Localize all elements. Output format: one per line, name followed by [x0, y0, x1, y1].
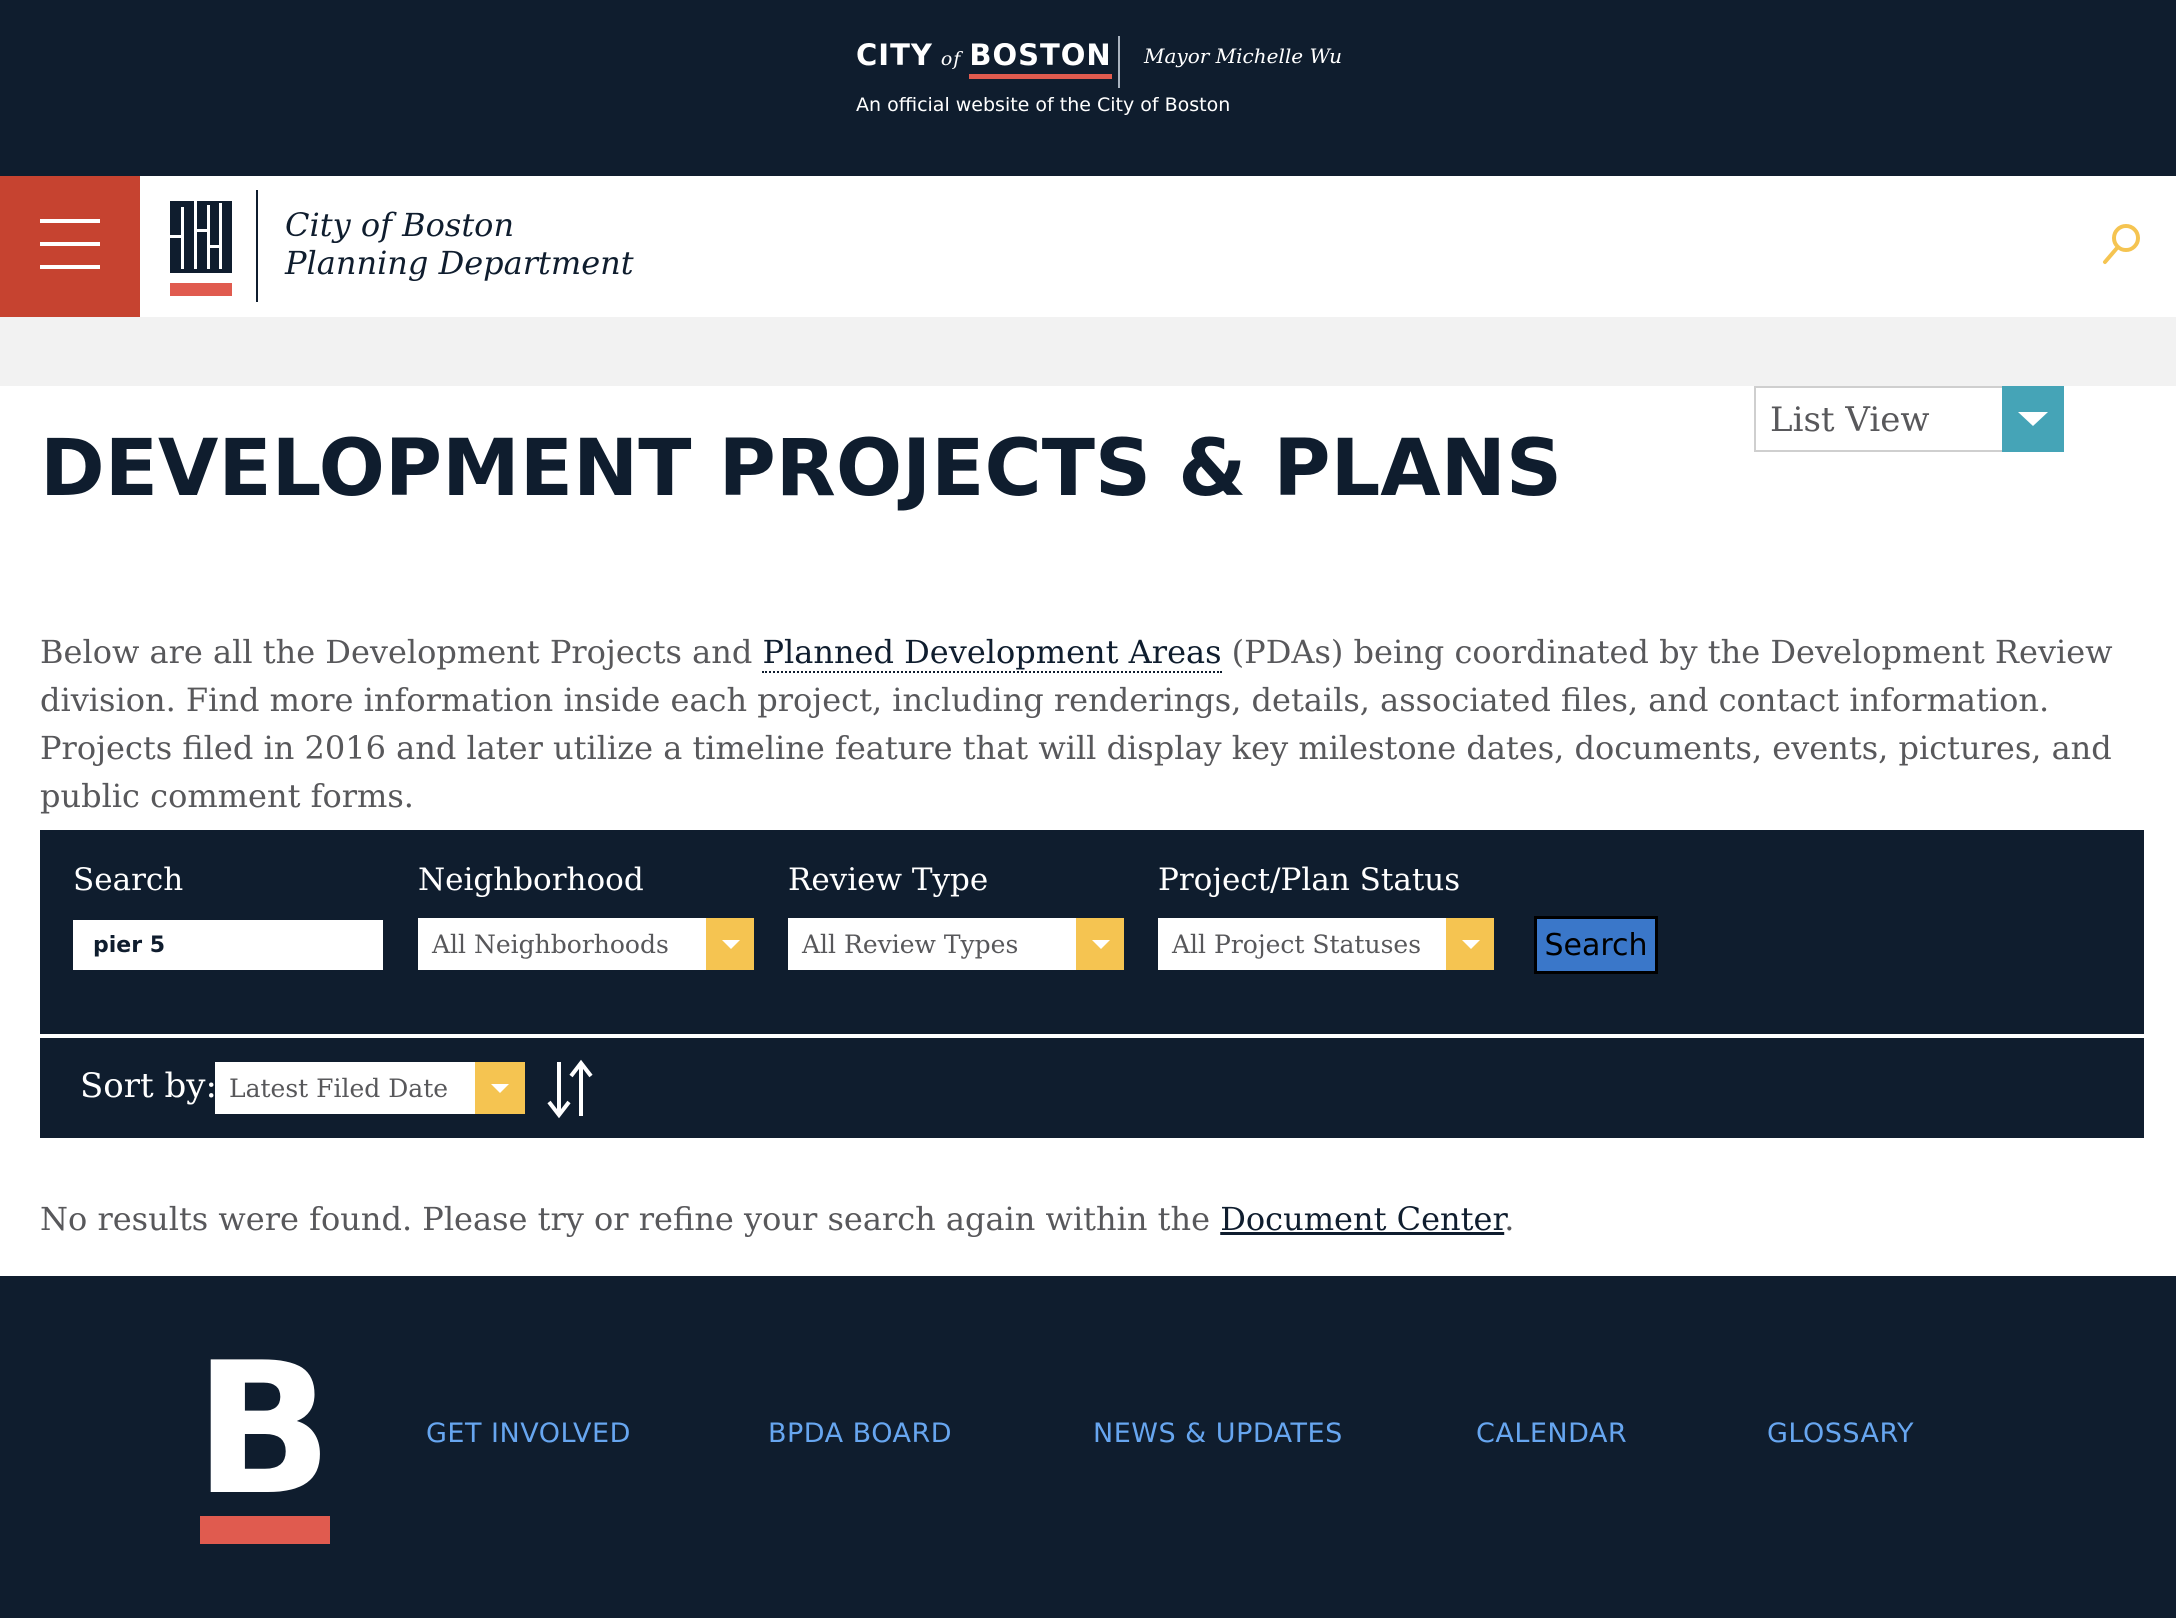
site-header: City of Boston Planning Department — [0, 176, 2176, 317]
bpda-logo-letter: B — [198, 1346, 332, 1535]
review-type-label: Review Type — [788, 862, 989, 898]
sort-select[interactable]: Latest Filed Date — [215, 1062, 525, 1114]
logo-city-text: CITY — [856, 38, 933, 72]
header-spacer — [0, 317, 2176, 386]
sort-label: Sort by: — [80, 1066, 217, 1106]
review-type-value: All Review Types — [802, 930, 1019, 959]
mayor-name: Mayor Michelle Wu — [1144, 44, 1343, 68]
sort-value: Latest Filed Date — [229, 1074, 449, 1103]
page-title: DEVELOPMENT PROJECTS & PLANS — [40, 424, 1563, 514]
department-name[interactable]: City of Boston Planning Department — [285, 206, 634, 282]
status-select[interactable]: All Project Statuses — [1158, 918, 1494, 970]
planned-development-areas-link[interactable]: Planned Development Areas — [762, 633, 1222, 673]
status-value: All Project Statuses — [1172, 930, 1422, 959]
intro-text: Below are all the Development Projects a… — [40, 633, 763, 671]
site-footer: B GET INVOLVED BPDA BOARD NEWS & UPDATES… — [0, 1276, 2176, 1618]
hamburger-menu-icon — [40, 242, 100, 246]
department-name-line1: City of Boston — [285, 206, 515, 244]
chevron-down-icon — [475, 1062, 525, 1114]
chevron-down-icon — [1076, 918, 1124, 970]
search-input[interactable] — [73, 920, 383, 970]
footer-link-news-updates[interactable]: NEWS & UPDATES — [1093, 1418, 1343, 1449]
official-site-notice: An official website of the City of Bosto… — [856, 94, 1231, 116]
search-icon[interactable] — [2100, 220, 2144, 268]
bpda-logo[interactable]: B — [198, 1346, 332, 1546]
neighborhood-label: Neighborhood — [418, 862, 644, 898]
neighborhood-select[interactable]: All Neighborhoods — [418, 918, 754, 970]
official-banner: CITY of BOSTON Mayor Michelle Wu An offici… — [0, 0, 2176, 176]
logo-of-text: of — [940, 48, 962, 70]
no-results-message: No results were found. Please try or ref… — [40, 1200, 1514, 1238]
review-type-select[interactable]: All Review Types — [788, 918, 1124, 970]
neighborhood-value: All Neighborhoods — [432, 930, 669, 959]
chevron-down-icon — [706, 918, 754, 970]
footer-link-glossary[interactable]: GLOSSARY — [1767, 1418, 1914, 1449]
hamburger-menu-icon — [40, 219, 100, 223]
footer-link-calendar[interactable]: CALENDAR — [1476, 1418, 1627, 1449]
department-name-line2: Planning Department — [285, 244, 634, 282]
sort-direction-icon[interactable] — [543, 1058, 597, 1120]
footer-link-get-involved[interactable]: GET INVOLVED — [426, 1418, 631, 1449]
filter-panel: Search Neighborhood All Neighborhoods Re… — [40, 830, 2144, 1034]
planning-department-logo-icon[interactable] — [170, 201, 232, 296]
view-mode-select[interactable]: List View — [1754, 386, 2064, 452]
status-label: Project/Plan Status — [1158, 862, 1461, 898]
intro-paragraph: Below are all the Development Projects a… — [40, 628, 2150, 820]
banner-divider — [1118, 36, 1120, 88]
no-results-text: No results were found. Please try or ref… — [40, 1200, 1221, 1238]
sort-bar: Sort by: Latest Filed Date — [40, 1038, 2144, 1138]
menu-button[interactable] — [0, 176, 140, 317]
hamburger-menu-icon — [40, 265, 100, 269]
search-button[interactable]: Search — [1534, 916, 1658, 974]
chevron-down-icon — [2002, 386, 2064, 452]
logo-boston-text: BOSTON — [969, 38, 1112, 79]
search-label: Search — [73, 862, 184, 898]
no-results-period: . — [1504, 1200, 1515, 1238]
chevron-down-icon — [1446, 918, 1494, 970]
city-of-boston-logo[interactable]: CITY of BOSTON — [856, 38, 1112, 79]
footer-link-bpda-board[interactable]: BPDA BOARD — [768, 1418, 952, 1449]
document-center-link[interactable]: Document Center — [1220, 1200, 1504, 1238]
brand-divider — [256, 190, 258, 302]
view-mode-value: List View — [1770, 400, 1930, 440]
